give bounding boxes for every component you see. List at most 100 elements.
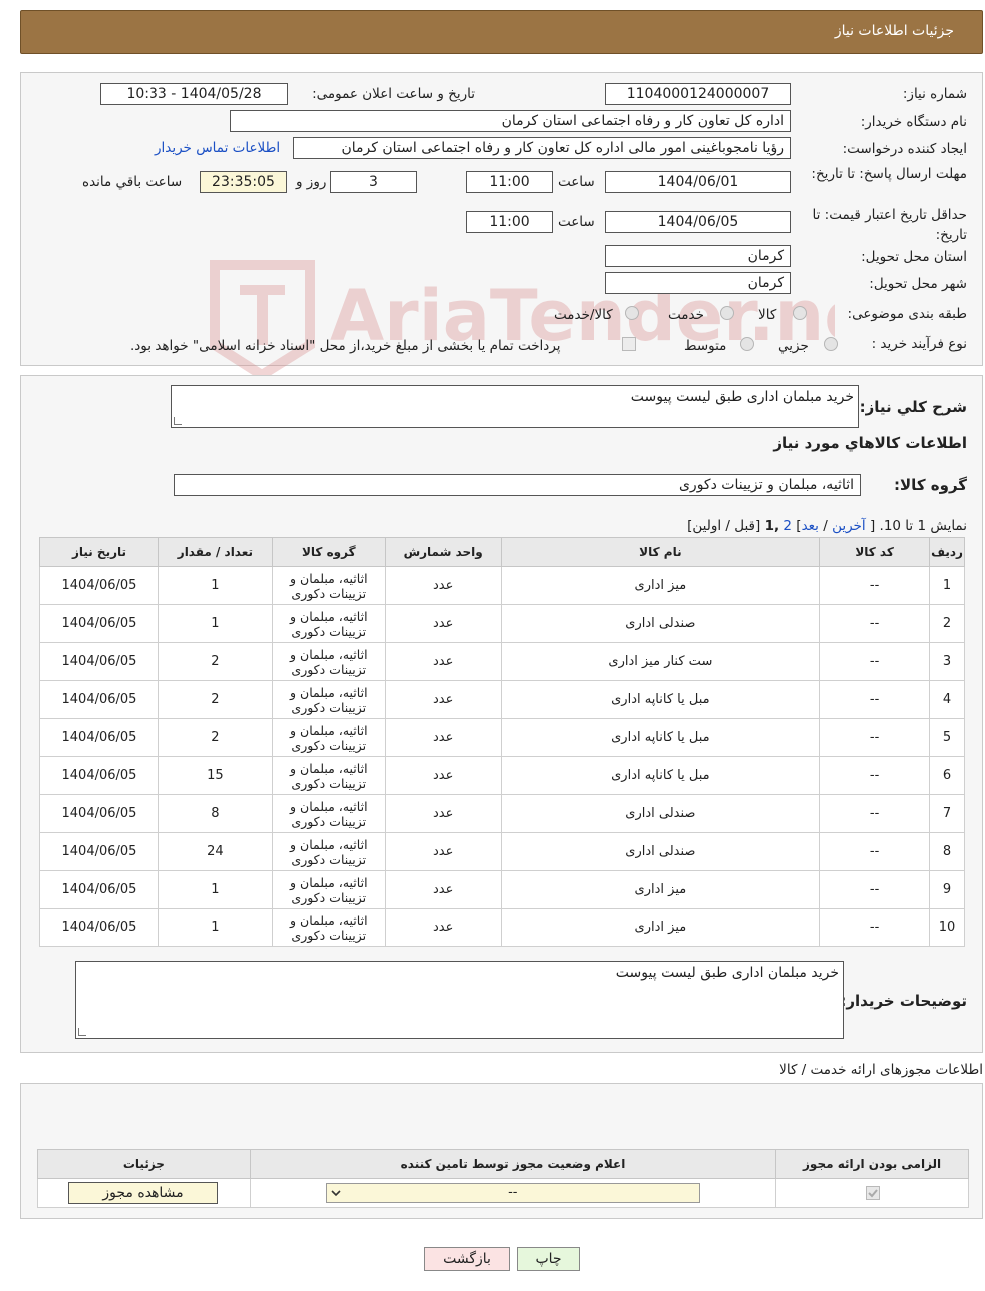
requester-label: ایجاد کننده درخواست: (842, 141, 967, 157)
cell-qty: 15 (157, 756, 273, 795)
cell-code: -- (819, 832, 931, 871)
table-row: 6 -- مبل یا کاناپه اداری عدد اثاثیه، مبلمان … (39, 756, 965, 795)
cell-unit: عدد (384, 794, 502, 833)
cell-date: 1404/06/05 (39, 718, 159, 757)
process-radio-minor[interactable] (824, 337, 838, 351)
buyer-contact-link[interactable]: اطلاعات تماس خریدار (155, 140, 280, 156)
table-row: 10 -- میز اداری عدد اثاثیه، مبلمان و تزیینات… (39, 908, 965, 947)
cell-group: اثاثیه، مبلمان و تزیینات دکوری (271, 908, 386, 947)
cell-code: -- (819, 756, 931, 795)
cell-unit: عدد (384, 870, 502, 909)
goods-info-title: اطلاعات کالاهاي مورد نياز (773, 434, 967, 452)
process-option-medium: متوسط (684, 338, 727, 354)
cell-date: 1404/06/05 (39, 832, 159, 871)
cell-code: -- (819, 794, 931, 833)
cell-group: اثاثیه، مبلمان و تزیینات دکوری (271, 756, 386, 795)
cell-group: اثاثیه، مبلمان و تزیینات دکوری (271, 870, 386, 909)
pager-last-link[interactable]: آخرین (832, 518, 866, 534)
cell-unit: عدد (384, 604, 502, 643)
announce-label: تاریخ و ساعت اعلان عمومی: (312, 86, 475, 102)
cell-qty: 1 (157, 566, 273, 605)
license-status-select[interactable]: -- (325, 1183, 700, 1203)
view-license-button[interactable]: مشاهده مجوز (68, 1182, 218, 1204)
treasury-checkbox[interactable] (622, 337, 636, 351)
cell-unit: عدد (384, 908, 502, 947)
license-col-details: جزئیات (37, 1149, 251, 1179)
category-radio-service[interactable] (720, 306, 734, 320)
cell-code: -- (819, 604, 931, 643)
license-status-cell: -- (249, 1178, 777, 1208)
license-col-required: الزامی بودن ارائه مجوز (775, 1149, 969, 1179)
cell-row-number: 8 (929, 832, 965, 871)
pager-sep: / (823, 518, 828, 534)
pager: نمایش 1 تا 10. [ آخرین / بعد] 2 ,1 [قبل … (687, 518, 967, 534)
process-label: نوع فرآیند خرید : (871, 336, 967, 352)
license-title: اطلاعات مجوزهای ارائه خدمت / کالا (779, 1062, 983, 1078)
license-status-value: -- (508, 1185, 518, 1200)
category-radio-both[interactable] (625, 306, 639, 320)
table-row: 7 -- صندلی اداری عدد اثاثیه، مبلمان و تزیینا… (39, 794, 965, 833)
cell-row-number: 9 (929, 870, 965, 909)
resize-grip-icon[interactable] (174, 417, 182, 425)
validity-date-field: 1404/06/05 (605, 211, 791, 233)
category-label: طبقه بندی موضوعی: (847, 306, 967, 322)
cell-qty: 24 (157, 832, 273, 871)
cell-date: 1404/06/05 (39, 756, 159, 795)
deadline-date-field: 1404/06/01 (605, 171, 791, 193)
cell-name: میز اداری (500, 870, 821, 909)
summary-textarea[interactable]: خرید مبلمان اداری طبق لیست پیوست (171, 385, 859, 428)
remaining-time-field: 23:35:05 (200, 171, 287, 193)
license-required-cell (775, 1178, 969, 1208)
col-header-qty: تعداد / مقدار (157, 537, 273, 567)
license-row: -- مشاهده مجوز (37, 1178, 969, 1208)
cell-qty: 1 (157, 870, 273, 909)
cell-group: اثاثیه، مبلمان و تزیینات دکوری (271, 642, 386, 681)
cell-date: 1404/06/05 (39, 566, 159, 605)
category-radio-goods[interactable] (793, 306, 807, 320)
cell-name: مبل یا کاناپه اداری (500, 718, 821, 757)
days-field: 3 (330, 171, 417, 193)
table-row: 2 -- صندلی اداری عدد اثاثیه، مبلمان و تزیینا… (39, 604, 965, 643)
cell-qty: 1 (157, 908, 273, 947)
license-col-status: اعلام وضعیت مجوز توسط تامین کننده (249, 1149, 777, 1179)
buyer-notes-label: توضیحات خریدار: (840, 992, 967, 1010)
payment-note: پرداخت تمام یا بخشی از مبلغ خرید،از محل … (130, 338, 561, 354)
cell-name: میز اداری (500, 908, 821, 947)
cell-name: صندلی اداری (500, 604, 821, 643)
buyer-field: اداره کل تعاون کار و رفاه اجتماعی استان … (230, 110, 791, 132)
license-required-checkbox[interactable] (866, 1186, 881, 1200)
cell-code: -- (819, 718, 931, 757)
cell-code: -- (819, 870, 931, 909)
pager-next-link[interactable]: بعد (802, 518, 819, 534)
cell-date: 1404/06/05 (39, 870, 159, 909)
cell-name: مبل یا کاناپه اداری (500, 756, 821, 795)
category-option-both: کالا/خدمت (554, 307, 613, 323)
pager-suffix: [قبل / اولین] (687, 518, 761, 534)
cell-row-number: 1 (929, 566, 965, 605)
cell-row-number: 7 (929, 794, 965, 833)
check-icon (868, 1189, 878, 1198)
cell-qty: 1 (157, 604, 273, 643)
cell-unit: عدد (384, 642, 502, 681)
print-button[interactable]: چاپ (517, 1247, 580, 1271)
cell-unit: عدد (384, 718, 502, 757)
cell-qty: 2 (157, 680, 273, 719)
cell-group: اثاثیه، مبلمان و تزیینات دکوری (271, 718, 386, 757)
deadline-label: مهلت ارسال پاسخ: تا تاریخ: (811, 166, 967, 182)
back-button[interactable]: بازگشت (424, 1247, 510, 1271)
buyer-notes-textarea[interactable]: خرید مبلمان اداری طبق لیست پیوست (75, 961, 844, 1039)
license-table: الزامی بودن ارائه مجوز اعلام وضعیت مجوز … (37, 1149, 969, 1208)
cell-name: ست کنار میز اداری (500, 642, 821, 681)
resize-grip-icon[interactable] (78, 1028, 86, 1036)
cell-unit: عدد (384, 680, 502, 719)
cell-name: صندلی اداری (500, 832, 821, 871)
pager-page-2-link[interactable]: 2 (783, 518, 792, 534)
cell-group: اثاثیه، مبلمان و تزیینات دکوری (271, 680, 386, 719)
city-label: شهر محل تحویل: (869, 276, 967, 292)
cell-date: 1404/06/05 (39, 680, 159, 719)
cell-qty: 2 (157, 718, 273, 757)
validity-time-label: ساعت (558, 214, 595, 230)
cell-code: -- (819, 642, 931, 681)
items-table-header: رديف کد کالا نام کالا واحد شمارش گروه کا… (39, 537, 965, 567)
process-radio-medium[interactable] (740, 337, 754, 351)
